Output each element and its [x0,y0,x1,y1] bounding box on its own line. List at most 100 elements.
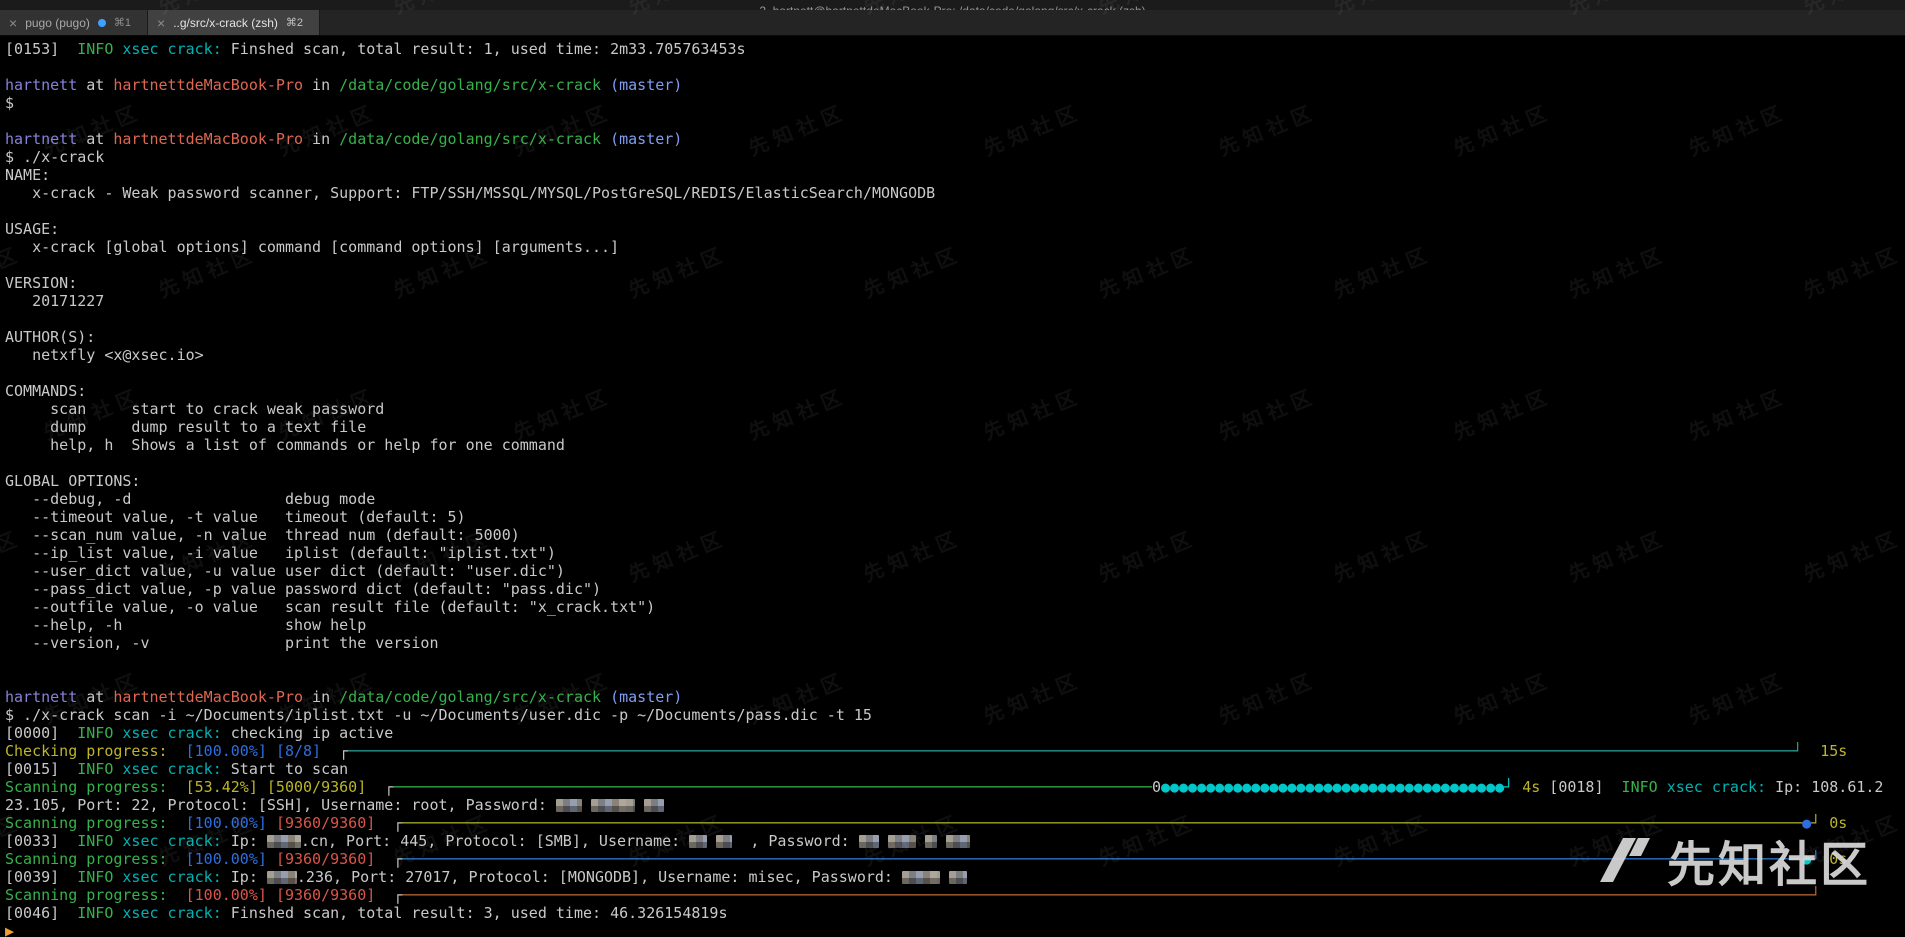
terminal-text: at [77,130,113,148]
terminal-line: [0046] INFO xsec crack: Finshed scan, to… [5,904,1905,922]
terminal-line: --debug, -d debug mode [5,490,1905,508]
redacted-mosaic [591,799,635,812]
terminal-text: Start to scan [222,760,348,778]
terminal-text [321,742,339,760]
terminal-text: [0000] [5,724,77,742]
terminal-text [168,886,186,904]
xianzhi-logo-icon [1599,834,1651,886]
terminal-text: ────────────────────────────────────────… [348,742,1793,760]
terminal-text [375,814,393,832]
terminal-text: .236, Port: 27017, Protocol: [MONGODB], … [297,868,902,886]
terminal-text [916,832,925,850]
terminal-tab-2[interactable]: ×..g/src/x-crack (zsh)⌘2 [148,10,320,35]
terminal-text [258,778,267,796]
terminal-text: GLOBAL OPTIONS: [5,472,140,490]
terminal-text: hartnettdeMacBook-Pro [113,688,303,706]
terminal-text: Ip: [222,868,267,886]
terminal-text [601,76,610,94]
terminal-line [5,670,1905,688]
terminal-text: netxfly <x@xsec.io> [5,346,204,364]
terminal-line [5,112,1905,130]
terminal-line: [0015] INFO xsec crack: Start to scan [5,760,1905,778]
terminal-text: Scanning progress: [5,850,168,868]
terminal-text: INFO [77,868,113,886]
terminal-line: dump dump result to a text file [5,418,1905,436]
terminal-line: NAME: [5,166,1905,184]
terminal-line: [0000] INFO xsec crack: checking ip acti… [5,724,1905,742]
terminal-text: $ ./x-crack [5,148,104,166]
terminal-text [635,796,644,814]
redacted-mosaic [859,835,879,848]
terminal-line: hartnett at hartnettdeMacBook-Pro in /da… [5,688,1905,706]
redacted-mosaic [888,835,916,848]
terminal-text: ┌ [339,742,348,760]
terminal-text: 15s [1820,742,1847,760]
terminal-line [5,202,1905,220]
terminal-text: in [303,130,339,148]
terminal-text: --outfile value, -o value scan result fi… [5,598,655,616]
redacted-mosaic [644,799,664,812]
tab-label: ..g/src/x-crack (zsh) [173,16,278,30]
terminal-text: ●●●●●●●●●●●●●●●●●●●●●●●●●●●●●●●●●●●●●● [1161,778,1504,796]
terminal-text [601,130,610,148]
terminal-text: Finshed scan, total result: 3, used time… [222,904,728,922]
redacted-mosaic [949,871,967,884]
terminal-tab-1[interactable]: ×pugo (pugo)⌘1 [0,10,148,35]
terminal-text: INFO [77,832,113,850]
terminal-text [267,886,276,904]
terminal-line: hartnett at hartnettdeMacBook-Pro in /da… [5,76,1905,94]
terminal-text [267,850,276,868]
tab-close-icon[interactable]: × [157,16,165,30]
terminal-text: xsec crack: [122,40,221,58]
terminal-text: COMMANDS: [5,382,86,400]
terminal-line [5,256,1905,274]
terminal-line: GLOBAL OPTIONS: [5,472,1905,490]
terminal-text [582,796,591,814]
redacted-mosaic [689,835,707,848]
terminal-text: --debug, -d debug mode [5,490,375,508]
redacted-mosaic [716,835,732,848]
terminal-text: INFO [77,760,113,778]
tab-activity-dot-icon [98,19,106,27]
terminal-line [5,652,1905,670]
terminal-line: Checking progress: [100.00%] [8/8] ┌────… [5,742,1905,760]
terminal-text: NAME: [5,166,50,184]
terminal-line: --scan_num value, -n value thread num (d… [5,526,1905,544]
terminal-line: AUTHOR(S): [5,328,1905,346]
tab-close-icon[interactable]: × [9,16,17,30]
terminal-text: (master) [610,76,682,94]
terminal-text: Scanning progress: [5,778,168,796]
terminal-line: --version, -v print the version [5,634,1905,652]
terminal-text: [100.00%] [186,742,267,760]
terminal[interactable]: [0153] INFO xsec crack: Finshed scan, to… [0,36,1905,937]
terminal-text: x-crack - Weak password scanner, Support… [5,184,935,202]
terminal-line: --outfile value, -o value scan result fi… [5,598,1905,616]
terminal-text: [5000/9360] [267,778,366,796]
terminal-text: ────────────────────────────────────────… [393,778,1152,796]
terminal-text: (master) [610,688,682,706]
terminal-line: --user_dict value, -u value user dict (d… [5,562,1905,580]
terminal-text: xsec crack: [122,760,221,778]
terminal-text: [8/8] [276,742,321,760]
terminal-text: Ip: [222,832,267,850]
terminal-text [937,832,946,850]
terminal-line: --help, -h show help [5,616,1905,634]
tab-shortcut: ⌘1 [114,16,131,29]
terminal-text: [9360/9360] [276,850,375,868]
terminal-text [168,850,186,868]
terminal-text: [0039] [5,868,77,886]
terminal-text: Ip: 108.61.2 [1766,778,1883,796]
terminal-text: $ ./x-crack scan -i ~/Documents/iplist.t… [5,706,872,724]
terminal-text: [0015] [5,760,77,778]
terminal-text: --user_dict value, -u value user dict (d… [5,562,565,580]
terminal-text: 20171227 [5,292,104,310]
terminal-text: xsec crack: [1667,778,1766,796]
terminal-text: INFO [77,40,113,58]
terminal-text [1513,778,1522,796]
terminal-text: help, h Shows a list of commands or help… [5,436,565,454]
terminal-text: hartnett [5,688,77,706]
terminal-text: Checking progress: [5,742,168,760]
terminal-text: --pass_dict value, -p value password dic… [5,580,601,598]
redacted-mosaic [556,799,582,812]
terminal-text: Scanning progress: [5,886,168,904]
